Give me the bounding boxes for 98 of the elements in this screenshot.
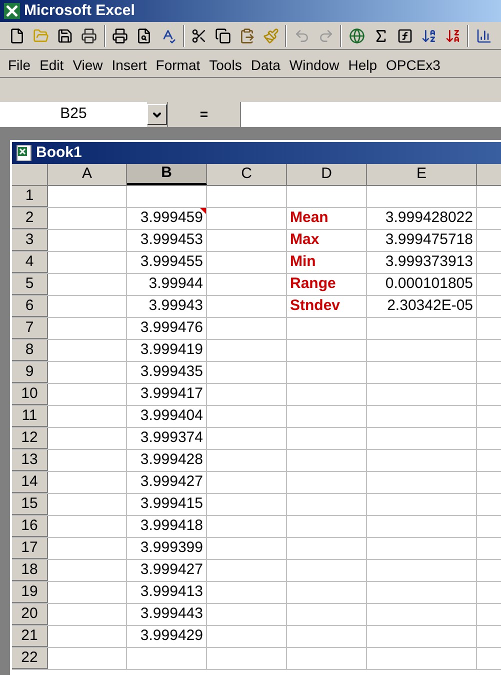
folder-icon: [33, 28, 50, 44]
menu-item[interactable]: Format: [156, 58, 200, 72]
table-cell[interactable]: 3.999419: [127, 340, 207, 361]
name-box-dropdown[interactable]: [147, 104, 167, 125]
table-cell[interactable]: 3.999413: [127, 582, 207, 603]
table-cell[interactable]: 3.999429: [127, 626, 207, 647]
table-cell[interactable]: 3.999373913: [367, 252, 477, 273]
table-cell[interactable]: 3.999427: [127, 560, 207, 581]
table-cell[interactable]: 0.000101805: [367, 274, 477, 295]
row-header[interactable]: 11: [12, 406, 48, 427]
row-header[interactable]: 13: [12, 450, 48, 471]
clipboard-icon: [239, 28, 256, 44]
table-cell[interactable]: 3.999435: [127, 362, 207, 383]
menu-item[interactable]: Data: [250, 58, 280, 72]
row-header[interactable]: 2: [12, 208, 48, 229]
row-header[interactable]: 7: [12, 318, 48, 339]
menu-item[interactable]: View: [72, 58, 103, 72]
row-header[interactable]: 8: [12, 340, 48, 361]
table-cell[interactable]: 3.999475718: [367, 230, 477, 251]
sort-ascending-icon: [420, 28, 437, 44]
column-header[interactable]: A: [48, 164, 127, 185]
table-cell[interactable]: Max: [287, 230, 367, 251]
copy-icon: [215, 28, 232, 44]
row-header[interactable]: 1: [12, 186, 48, 207]
printer-button[interactable]: [110, 26, 130, 46]
row-header[interactable]: 5: [12, 274, 48, 295]
row-header[interactable]: 4: [12, 252, 48, 273]
redo-icon: [318, 28, 334, 44]
table-cell[interactable]: Mean: [287, 208, 367, 229]
menu-item[interactable]: Window: [289, 58, 340, 72]
table-cell[interactable]: 3.999476: [127, 318, 207, 339]
table-cell[interactable]: 3.99944: [127, 274, 207, 295]
copy-button[interactable]: [214, 26, 233, 46]
table-cell[interactable]: 3.999404: [127, 406, 207, 427]
table-cell[interactable]: 3.999418: [127, 516, 207, 537]
print-preview-icon: [136, 28, 152, 44]
spreadsheet-icon: [16, 145, 32, 161]
sort-descending-icon: [444, 28, 461, 44]
row-header[interactable]: 9: [12, 362, 48, 383]
table-cell[interactable]: 3.999417: [127, 384, 207, 405]
column-header[interactable]: B: [127, 164, 207, 185]
spreadsheet-icon: [4, 3, 20, 19]
table-cell[interactable]: 3.999415: [127, 494, 207, 515]
menu-item[interactable]: Edit: [40, 58, 64, 72]
formula-equals: =: [200, 105, 208, 124]
column-header[interactable]: C: [207, 164, 287, 185]
printer-button[interactable]: [80, 26, 99, 46]
row-header[interactable]: 22: [12, 648, 48, 669]
undo-icon: [294, 28, 310, 44]
menu-item[interactable]: Help: [348, 58, 377, 72]
menu-item[interactable]: File: [8, 58, 31, 72]
table-cell[interactable]: Stndev: [287, 296, 367, 317]
printer-icon: [112, 28, 128, 44]
column-header[interactable]: [477, 164, 501, 185]
globe-icon: [348, 28, 365, 44]
table-cell[interactable]: 2.30342E-05: [367, 296, 477, 317]
table-cell[interactable]: 3.999443: [127, 604, 207, 625]
row-header[interactable]: 3: [12, 230, 48, 251]
bar-chart-icon: [476, 28, 492, 44]
window-title: Microsoft Excel: [24, 0, 135, 21]
scissors-icon: [191, 28, 208, 44]
menu-item[interactable]: OPCEx3: [386, 58, 440, 72]
name-box[interactable]: B25: [0, 102, 147, 127]
formula-field[interactable]: [240, 102, 501, 127]
row-header[interactable]: 17: [12, 538, 48, 559]
row-header[interactable]: 12: [12, 428, 48, 449]
row-header[interactable]: 18: [12, 560, 48, 581]
table-cell[interactable]: 3.999428022: [367, 208, 477, 229]
row-header[interactable]: 10: [12, 384, 48, 405]
function-icon: [396, 28, 413, 44]
row-header[interactable]: 6: [12, 296, 48, 317]
column-header[interactable]: D: [287, 164, 367, 185]
row-header[interactable]: 16: [12, 516, 48, 537]
row-header[interactable]: 21: [12, 626, 48, 647]
menu-item[interactable]: Tools: [209, 58, 242, 72]
printer-icon: [81, 28, 98, 44]
table-cell[interactable]: 3.999399: [127, 538, 207, 559]
workbook-title: Book1: [36, 142, 82, 163]
table-cell[interactable]: Range: [287, 274, 367, 295]
paintbrush-button[interactable]: [262, 26, 280, 46]
paintbrush-icon: [263, 28, 279, 44]
table-cell[interactable]: Min: [287, 252, 367, 273]
globe-button[interactable]: [347, 26, 366, 46]
table-cell[interactable]: 3.99943: [127, 296, 207, 317]
table-cell[interactable]: 3.999427: [127, 472, 207, 493]
page-icon: [9, 28, 26, 44]
table-cell[interactable]: 3.999428: [127, 450, 207, 471]
table-cell[interactable]: 3.999459: [127, 208, 207, 229]
column-header[interactable]: E: [367, 164, 477, 185]
row-header[interactable]: 20: [12, 604, 48, 625]
row-header[interactable]: 14: [12, 472, 48, 493]
row-header[interactable]: 15: [12, 494, 48, 515]
table-cell[interactable]: 3.999453: [127, 230, 207, 251]
table-cell[interactable]: 3.999455: [127, 252, 207, 273]
menu-item[interactable]: Insert: [112, 58, 147, 72]
row-header[interactable]: 19: [12, 582, 48, 603]
table-cell[interactable]: 3.999374: [127, 428, 207, 449]
select-all-corner[interactable]: [12, 164, 48, 185]
